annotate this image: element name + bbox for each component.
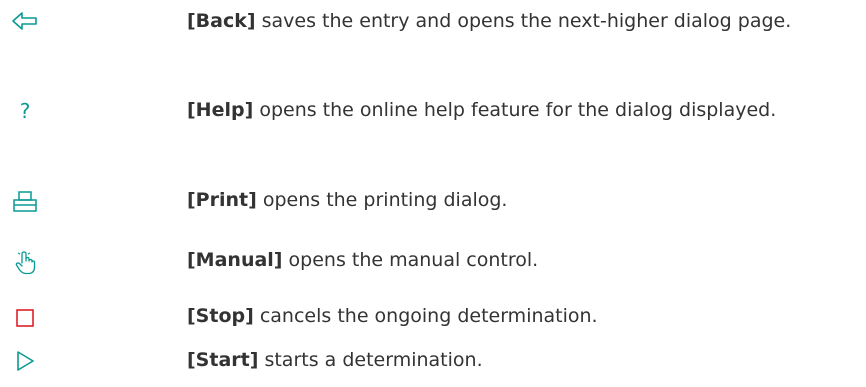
entry-start-description: [Start] starts a determination.	[187, 344, 857, 377]
printer-icon	[10, 189, 40, 215]
entry-print-text: opens the printing dialog.	[256, 189, 508, 211]
entry-back-term: [Back]	[187, 10, 256, 32]
entry-back-text: saves the entry and opens the next-highe…	[255, 10, 792, 32]
entry-stop-description: [Stop] cancels the ongoing determination…	[187, 300, 857, 333]
svg-text:?: ?	[20, 99, 31, 123]
entry-stop-text: cancels the ongoing determination.	[253, 305, 598, 327]
stop-square-icon	[10, 305, 40, 331]
hand-pointer-icon	[10, 250, 40, 276]
entry-help-description: [Help] opens the online help feature for…	[187, 94, 857, 127]
entry-help-term: [Help]	[187, 99, 254, 121]
entry-start-term: [Start]	[187, 349, 259, 371]
back-arrow-icon	[10, 8, 40, 34]
start-play-icon	[10, 348, 40, 374]
help-question-icon: ?	[10, 98, 40, 124]
entry-print-term: [Print]	[187, 189, 257, 211]
entry-help-text: opens the online help feature for the di…	[253, 99, 777, 121]
entry-back-description: [Back] saves the entry and opens the nex…	[187, 5, 857, 38]
entry-print-description: [Print] opens the printing dialog.	[187, 184, 857, 217]
entry-stop-term: [Stop]	[187, 305, 254, 327]
entry-manual-term: [Manual]	[187, 249, 283, 271]
entry-start-text: starts a determination.	[258, 349, 483, 371]
entry-manual-text: opens the manual control.	[282, 249, 539, 271]
entry-manual-description: [Manual] opens the manual control.	[187, 244, 857, 277]
